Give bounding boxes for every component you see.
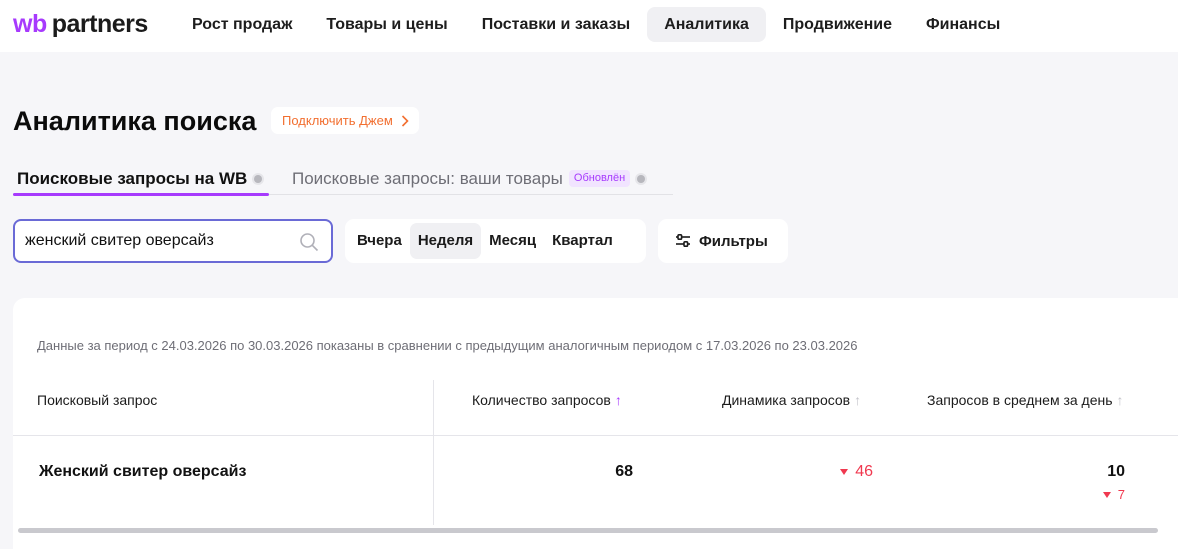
logo-partners: partners bbox=[51, 10, 149, 38]
wb-partners-logo[interactable]: wb partners bbox=[13, 10, 148, 40]
period-selector: Вчера Неделя Месяц Квартал bbox=[345, 219, 646, 263]
sort-arrow-up-icon[interactable]: ↑ bbox=[615, 392, 622, 408]
filters-label: Фильтры bbox=[699, 232, 768, 250]
header-divider bbox=[13, 435, 1178, 436]
nav-item-goods-prices[interactable]: Товары и цены bbox=[309, 7, 464, 42]
horizontal-scrollbar[interactable] bbox=[18, 528, 1158, 533]
header-dynamics[interactable]: Динамика запросов ↑ bbox=[722, 392, 861, 408]
connect-jam-label: Подключить Джем bbox=[282, 113, 393, 128]
info-dot-icon bbox=[254, 174, 263, 183]
row-dynamics: 46 bbox=[813, 463, 873, 481]
sort-arrow-up-icon[interactable]: ↑ bbox=[1117, 392, 1124, 408]
row-avg-delta: 7 bbox=[1065, 487, 1125, 502]
chevron-right-icon bbox=[401, 114, 409, 127]
period-yesterday-button[interactable]: Вчера bbox=[349, 223, 410, 259]
row-avg-delta-value: 7 bbox=[1117, 487, 1125, 502]
column-divider bbox=[433, 380, 434, 525]
tab-your-products-queries[interactable]: Поисковые запросы: ваши товары Обновлён bbox=[292, 162, 646, 195]
nav-item-promotion[interactable]: Продвижение bbox=[766, 7, 909, 42]
period-quarter-button[interactable]: Квартал bbox=[544, 223, 621, 259]
header-count[interactable]: Количество запросов ↑ bbox=[472, 392, 622, 408]
sort-arrow-up-icon[interactable]: ↑ bbox=[854, 392, 861, 408]
header-avg-label: Запросов в среднем за день bbox=[927, 392, 1113, 408]
nav-item-sales-growth[interactable]: Рост продаж bbox=[175, 7, 309, 42]
row-query[interactable]: Женский свитер оверсайз bbox=[39, 463, 246, 481]
search-box bbox=[13, 219, 333, 263]
info-dot-icon bbox=[637, 174, 646, 183]
search-input[interactable] bbox=[25, 232, 285, 250]
header-dynamics-label: Динамика запросов bbox=[722, 392, 851, 408]
queries-table-card: Данные за период с 24.03.2026 по 30.03.2… bbox=[13, 298, 1178, 549]
nav-item-supplies-orders[interactable]: Поставки и заказы bbox=[465, 7, 647, 42]
tab-wb-queries-label: Поисковые запросы на WB bbox=[17, 168, 248, 188]
period-week-button[interactable]: Неделя bbox=[409, 223, 482, 259]
active-tab-underline bbox=[13, 193, 269, 196]
header-avg[interactable]: Запросов в среднем за день ↑ bbox=[927, 392, 1124, 408]
header-query-label: Поисковый запрос bbox=[37, 392, 158, 408]
row-avg: 10 bbox=[1107, 463, 1125, 480]
nav-item-analytics[interactable]: Аналитика bbox=[647, 7, 766, 42]
top-bar: wb partners Рост продаж Товары и цены По… bbox=[0, 0, 1178, 52]
main-nav: Рост продаж Товары и цены Поставки и зак… bbox=[175, 7, 1017, 42]
decrease-triangle-icon bbox=[1102, 491, 1111, 498]
header-query: Поисковый запрос bbox=[37, 392, 157, 408]
row-count: 68 bbox=[615, 463, 633, 480]
nav-item-finance[interactable]: Финансы bbox=[909, 7, 1017, 42]
decrease-triangle-icon bbox=[840, 469, 849, 475]
query-tabs: Поисковые запросы на WB Поисковые запрос… bbox=[13, 162, 673, 196]
period-note: Данные за период с 24.03.2026 по 30.03.2… bbox=[37, 338, 858, 353]
tab-your-products-label: Поисковые запросы: ваши товары bbox=[292, 168, 563, 188]
connect-jam-button[interactable]: Подключить Джем bbox=[271, 107, 419, 134]
logo-wb: wb bbox=[13, 10, 47, 38]
page-title: Аналитика поиска bbox=[13, 106, 257, 136]
header-count-label: Количество запросов bbox=[472, 392, 611, 408]
period-month-button[interactable]: Месяц bbox=[481, 223, 544, 259]
row-dynamics-value: 46 bbox=[855, 463, 873, 480]
filters-button[interactable]: Фильтры bbox=[658, 219, 788, 263]
updated-badge: Обновлён bbox=[568, 170, 631, 187]
sliders-icon bbox=[676, 234, 690, 248]
tab-wb-queries[interactable]: Поисковые запросы на WB bbox=[17, 162, 263, 195]
search-icon[interactable] bbox=[299, 232, 319, 252]
